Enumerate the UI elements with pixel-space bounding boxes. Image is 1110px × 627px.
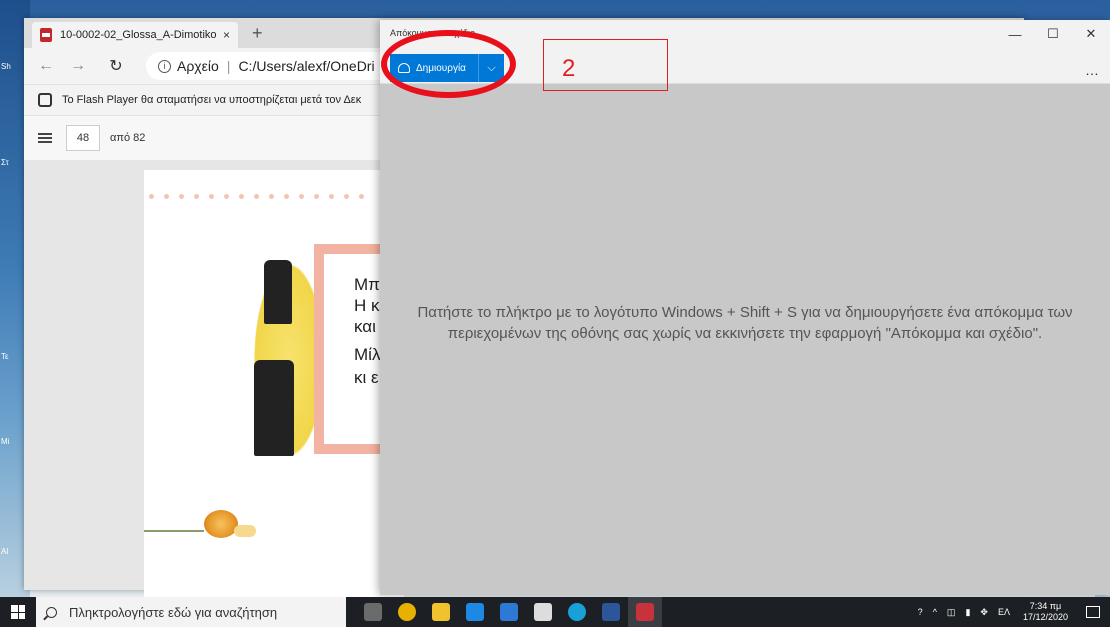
taskbar: Πληκτρολογήστε εδώ για αναζήτηση ? ^ ◫ ▮… [0, 597, 1110, 627]
notifications-icon[interactable] [1086, 606, 1100, 618]
search-icon [46, 606, 57, 618]
minimize-button[interactable]: — [996, 20, 1034, 48]
url-separator: | [226, 58, 231, 74]
page-text-line: κι ε [354, 368, 379, 387]
page-count: από 82 [110, 132, 146, 144]
volume-icon[interactable]: ▮ [965, 607, 970, 618]
network-icon[interactable]: ◫ [947, 607, 956, 618]
windows-logo-icon [11, 605, 25, 619]
close-button[interactable]: ✕ [1072, 20, 1110, 48]
new-tab-button[interactable]: + [252, 23, 263, 44]
refresh-button[interactable]: ↻ [106, 56, 126, 76]
file-explorer-icon[interactable] [424, 597, 458, 627]
page-text-line: και [354, 317, 376, 336]
desktop-icon-label[interactable]: Mi [1, 437, 9, 446]
clock[interactable]: 7:34 πμ 17/12/2020 [1023, 601, 1068, 623]
snip-sketch-window: Απόκομμα και σχέδιο — ☐ ✕ Δημιουργία ⌵ …… [380, 20, 1110, 595]
language-indicator[interactable]: ΕΛ [998, 607, 1010, 617]
search-placeholder: Πληκτρολογήστε εδώ για αναζήτηση [69, 604, 278, 620]
mail-icon[interactable] [492, 597, 526, 627]
start-button[interactable] [0, 605, 36, 619]
desktop-icon-label[interactable]: Al [1, 547, 8, 556]
task-view-icon[interactable] [356, 597, 390, 627]
app-arrow-icon[interactable] [526, 597, 560, 627]
tab-close-button[interactable]: × [223, 28, 230, 42]
desktop-icon-label[interactable]: Τε [1, 352, 9, 361]
word-icon[interactable] [594, 597, 628, 627]
desktop-icon-label[interactable]: Στ [1, 158, 9, 167]
infobar-text: Το Flash Player θα σταματήσει να υποστηρ… [62, 94, 362, 106]
page-text-line: Μίλ [354, 345, 381, 364]
store-icon[interactable] [458, 597, 492, 627]
more-options-button[interactable]: … [1085, 62, 1100, 78]
step-number-annotation: 2 [562, 55, 576, 82]
taskbar-apps [356, 597, 662, 627]
clock-time: 7:34 πμ [1029, 601, 1062, 611]
dropbox-icon[interactable]: ✥ [980, 607, 988, 618]
chevron-up-icon[interactable]: ^ [933, 607, 937, 617]
dotted-border [149, 194, 364, 199]
desktop-icon-label[interactable]: Sh [1, 62, 11, 71]
info-icon[interactable]: i [158, 59, 171, 73]
shadow-puppet-figure [254, 360, 294, 456]
table-of-contents-icon[interactable] [38, 131, 52, 145]
highlight-circle-annotation [381, 30, 516, 98]
forward-button[interactable]: → [68, 57, 88, 75]
window-controls: — ☐ ✕ [996, 20, 1110, 48]
pdf-page: Μπ Η κ και Μίλ κι ε [144, 170, 404, 600]
system-tray: ? ^ ◫ ▮ ✥ ΕΛ 7:34 πμ 17/12/2020 [913, 597, 1110, 627]
maximize-button[interactable]: ☐ [1034, 20, 1072, 48]
help-icon[interactable]: ? [918, 607, 923, 617]
back-button[interactable]: ← [36, 57, 56, 75]
pdf-icon [40, 28, 52, 42]
page-text-line: Μπ [354, 275, 380, 294]
url-scheme: Αρχείο [177, 58, 219, 74]
edge-icon[interactable] [560, 597, 594, 627]
snail-trail [144, 530, 204, 532]
tab-title: 10-0002-02_Glossa_A-Dimotikor [60, 29, 217, 41]
url-path: C:/Users/alexf/OneDri [238, 58, 375, 74]
shadow-puppet-figure [264, 260, 292, 324]
clock-date: 17/12/2020 [1022, 612, 1068, 622]
chrome-icon[interactable] [390, 597, 424, 627]
snip-sketch-icon[interactable] [628, 597, 662, 627]
snail-body [234, 525, 256, 537]
instructions-text: Πατήστε το πλήκτρο με το λογότυπο Window… [417, 304, 1073, 342]
snail-illustration [204, 510, 238, 538]
page-text-line: Η κ [354, 296, 380, 315]
puzzle-icon [38, 93, 52, 107]
taskbar-search[interactable]: Πληκτρολογήστε εδώ για αναζήτηση [36, 597, 346, 627]
browser-tab[interactable]: 10-0002-02_Glossa_A-Dimotikor × [32, 22, 238, 48]
page-number-input[interactable]: 48 [66, 125, 100, 151]
